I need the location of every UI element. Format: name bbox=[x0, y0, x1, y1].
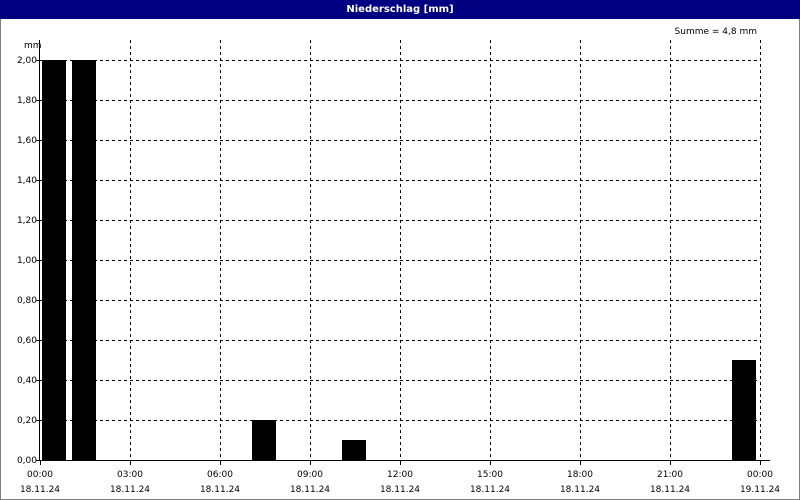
grid-lines bbox=[40, 40, 761, 460]
x-tick-date: 18.11.24 bbox=[200, 485, 240, 495]
y-axis-unit: mm bbox=[24, 41, 42, 51]
y-tick-label: 0,40 bbox=[17, 376, 37, 386]
x-tick-labels: 00:00 18.11.24 03:00 18.11.24 06:00 18.11.24 0… bbox=[20, 460, 780, 495]
x-tick-time: 00:00 bbox=[27, 470, 53, 480]
x-tick-date: 18.11.24 bbox=[110, 485, 150, 495]
y-tick-label: 0,00 bbox=[17, 456, 37, 466]
y-tick-label: 1,80 bbox=[17, 96, 37, 106]
x-tick-date: 18.11.24 bbox=[290, 485, 330, 495]
y-tick-label: 1,00 bbox=[17, 256, 37, 266]
y-tick-label: 0,80 bbox=[17, 296, 37, 306]
x-tick-time: 03:00 bbox=[117, 470, 143, 480]
y-tick-label: 2,00 bbox=[17, 56, 37, 66]
bar bbox=[42, 60, 66, 460]
x-tick-date: 18.11.24 bbox=[380, 485, 420, 495]
x-tick-time: 12:00 bbox=[387, 470, 413, 480]
y-tick-labels: 0,00 0,20 0,40 0,60 0,80 1,00 1,20 1,40 1,60 1,80… bbox=[17, 56, 40, 466]
x-tick-time: 00:00 bbox=[747, 470, 773, 480]
y-tick-label: 1,20 bbox=[17, 216, 37, 226]
bar bbox=[732, 360, 756, 460]
x-tick-time: 15:00 bbox=[477, 470, 503, 480]
sum-label: Summe = 4,8 mm bbox=[675, 27, 757, 37]
x-tick-time: 09:00 bbox=[297, 470, 323, 480]
bar bbox=[342, 440, 366, 460]
y-tick-label: 0,60 bbox=[17, 336, 37, 346]
axes bbox=[39, 40, 770, 461]
x-tick-date: 18.11.24 bbox=[560, 485, 600, 495]
x-tick-date: 18.11.24 bbox=[20, 485, 60, 495]
x-tick-date: 18.11.24 bbox=[650, 485, 690, 495]
bar bbox=[72, 60, 96, 460]
x-tick-date: 18.11.24 bbox=[470, 485, 510, 495]
y-tick-label: 1,40 bbox=[17, 176, 37, 186]
y-tick-label: 0,20 bbox=[17, 416, 37, 426]
x-tick-time: 18:00 bbox=[567, 470, 593, 480]
y-tick-label: 1,60 bbox=[17, 136, 37, 146]
x-tick-date: 19.11.24 bbox=[740, 485, 780, 495]
x-tick-time: 21:00 bbox=[657, 470, 683, 480]
x-tick-time: 06:00 bbox=[207, 470, 233, 480]
bar bbox=[252, 420, 276, 460]
precipitation-chart: Summe = 4,8 mm mm 0,00 0,20 0,40 0,60 0,80 1,… bbox=[17, 27, 780, 495]
